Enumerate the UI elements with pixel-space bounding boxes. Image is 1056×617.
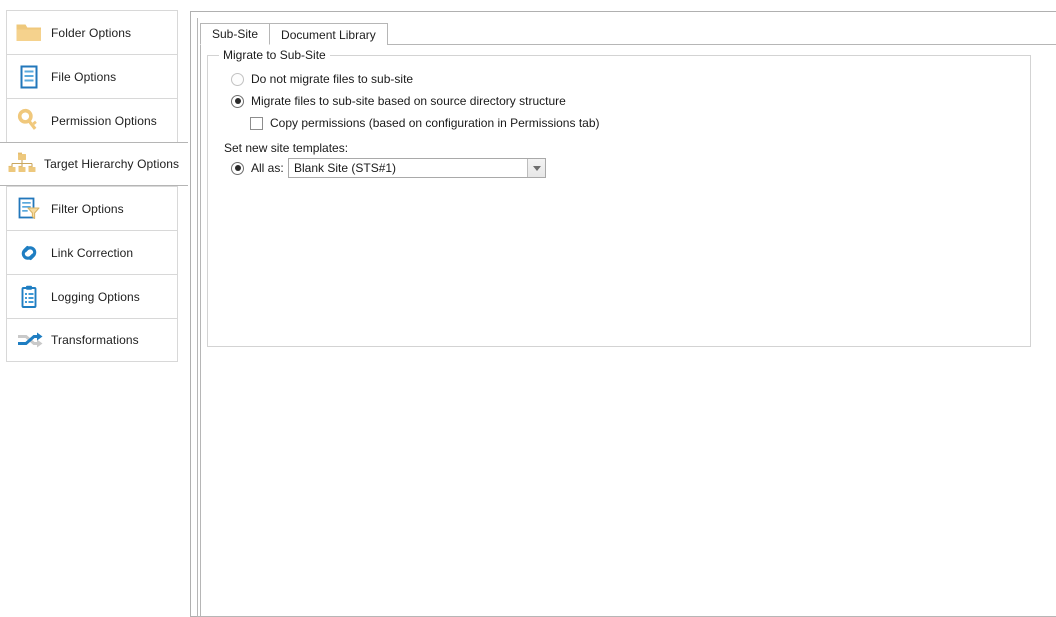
sidebar-item-file-options[interactable]: File Options (6, 54, 178, 98)
radio-indicator[interactable] (231, 161, 244, 175)
all-as-label: All as: (251, 161, 284, 175)
chain-link-icon (7, 231, 51, 275)
radio-indicator[interactable] (231, 72, 244, 86)
sidebar-item-label: File Options (51, 69, 117, 84)
radio-label: Do not migrate files to sub-site (251, 72, 414, 86)
sidebar-item-label: Filter Options (51, 201, 124, 216)
radio-label: Migrate files to sub-site based on sourc… (251, 94, 566, 108)
sidebar-item-logging-options[interactable]: Logging Options (6, 274, 178, 318)
shuffle-arrows-icon (7, 318, 51, 362)
hierarchy-tree-icon (0, 142, 44, 186)
radio-indicator[interactable] (231, 94, 244, 108)
sidebar-item-folder-options[interactable]: Folder Options (6, 10, 178, 54)
sidebar-item-filter-options[interactable]: Filter Options (6, 186, 178, 230)
radio-do-not-migrate[interactable]: Do not migrate files to sub-site (231, 72, 413, 86)
sidebar-item-label: Target Hierarchy Options (44, 157, 180, 171)
radio-all-as[interactable]: All as: (231, 161, 284, 175)
tab-label: Sub-Site (212, 27, 259, 41)
sidebar-item-label: Folder Options (51, 25, 132, 40)
site-template-dropdown[interactable]: Blank Site (STS#1) (288, 158, 546, 178)
file-document-icon (7, 55, 51, 99)
filter-document-icon (7, 187, 51, 231)
sidebar-item-permission-options[interactable]: Permission Options (6, 98, 178, 142)
checkbox-indicator[interactable] (250, 116, 263, 130)
checkbox-copy-permissions[interactable]: Copy permissions (based on configuration… (250, 116, 600, 130)
tab-document-library[interactable]: Document Library (269, 23, 388, 45)
set-new-site-templates-label: Set new site templates: (224, 141, 349, 155)
checkbox-label: Copy permissions (based on configuration… (270, 116, 600, 130)
sidebar-item-transformations[interactable]: Transformations (6, 318, 178, 362)
sidebar-item-label: Transformations (51, 333, 139, 347)
folder-icon (7, 11, 51, 55)
sidebar-item-label: Permission Options (51, 113, 157, 128)
tab-strip: Sub-Site Document Library (200, 23, 388, 45)
clipboard-icon (7, 275, 51, 319)
chevron-down-icon[interactable] (527, 159, 545, 177)
key-icon (7, 99, 51, 143)
tab-label: Document Library (281, 27, 376, 42)
radio-migrate-source-structure[interactable]: Migrate files to sub-site based on sourc… (231, 94, 566, 108)
group-title: Migrate to Sub-Site (219, 48, 330, 62)
sidebar-item-label: Logging Options (51, 289, 140, 304)
sidebar-item-link-correction[interactable]: Link Correction (6, 230, 178, 274)
sidebar-nav: Folder Options File Options Permission O… (0, 0, 190, 617)
tab-sub-site[interactable]: Sub-Site (200, 23, 271, 45)
sidebar-item-label: Link Correction (51, 245, 134, 260)
sidebar-item-target-hierarchy-options[interactable]: Target Hierarchy Options (0, 142, 190, 186)
site-template-value: Blank Site (STS#1) (294, 161, 397, 175)
options-dialog: Folder Options File Options Permission O… (0, 0, 1056, 617)
